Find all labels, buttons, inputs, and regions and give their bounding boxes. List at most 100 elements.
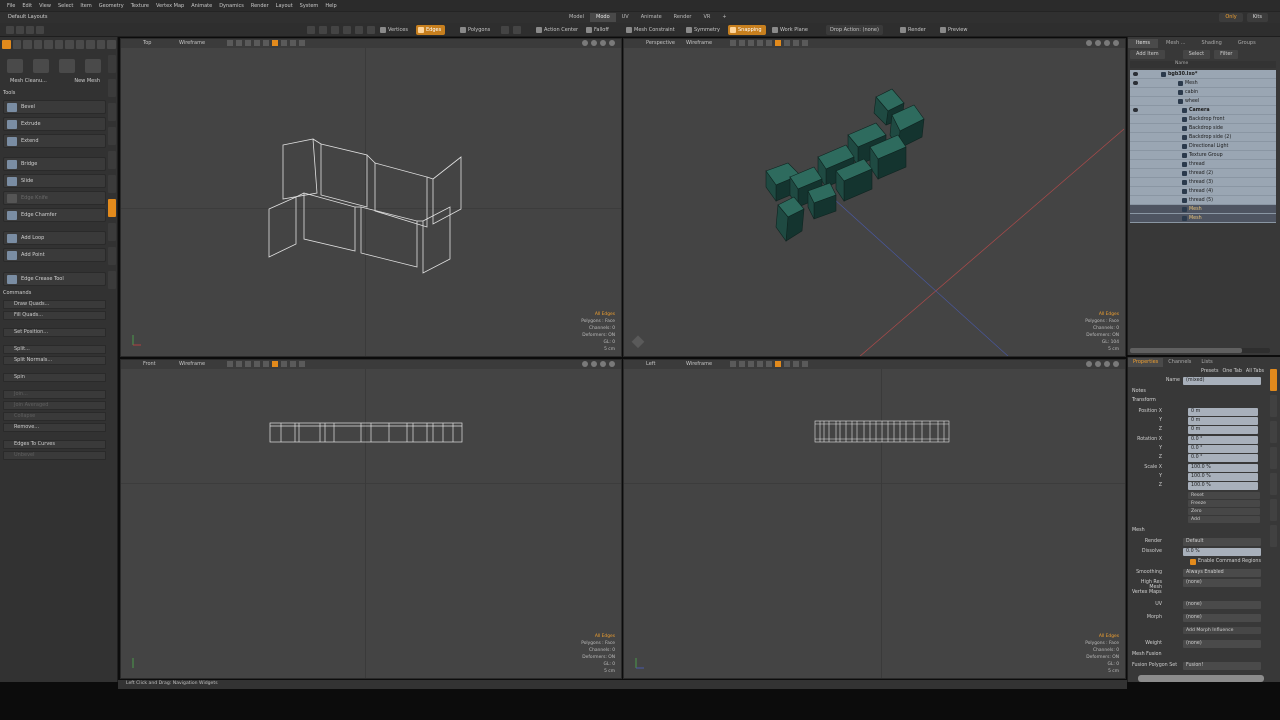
edges-mode-button[interactable]: Edges: [416, 25, 446, 35]
transform-tool-icon[interactable]: [44, 40, 53, 49]
vtab-curve[interactable]: [1270, 421, 1277, 443]
scale-tool-icon[interactable]: [33, 40, 43, 49]
snapping-button[interactable]: Snapping: [728, 25, 766, 35]
item-row[interactable]: thread (3): [1130, 178, 1276, 187]
position-z-field[interactable]: 0 m: [1188, 426, 1258, 434]
toolbar-scale-icon[interactable]: [36, 26, 44, 34]
pin-tool-icon[interactable]: [33, 59, 49, 73]
bevel-tool-icon[interactable]: [86, 40, 95, 49]
layout-tab-animate[interactable]: Animate: [635, 13, 668, 22]
menu-select[interactable]: Select: [58, 3, 73, 9]
vtab-vertex[interactable]: [108, 175, 116, 193]
item-row[interactable]: Texture Group: [1130, 151, 1276, 160]
layout-tab-uv[interactable]: UV: [616, 13, 635, 22]
persp-gizmo-icon[interactable]: [631, 335, 645, 349]
menu-animate[interactable]: Animate: [191, 3, 212, 9]
menu-view[interactable]: View: [39, 3, 51, 9]
high-res-mesh-dropdown[interactable]: (none): [1183, 579, 1261, 587]
tool-add-point-button[interactable]: Add Point: [3, 248, 106, 262]
rotation-x-field[interactable]: 0.0 °: [1188, 436, 1258, 444]
viewport-perspective[interactable]: Perspective Wireframe All Edges Polygons …: [623, 38, 1126, 357]
vertices-mode-button[interactable]: Vertices: [378, 25, 412, 35]
mesh-cleanup-button[interactable]: Mesh Cleanu...: [4, 78, 53, 84]
viewport-left[interactable]: Left Wireframe All Edges Polygons : Face C…: [623, 359, 1126, 679]
tool-extend-button[interactable]: Extend: [3, 134, 106, 148]
fusion-polygon-set-dropdown[interactable]: Fusion!: [1183, 662, 1261, 670]
vtab-duplicate[interactable]: [108, 127, 116, 145]
uv-dropdown[interactable]: (none): [1183, 601, 1261, 609]
vtab-surface[interactable]: [1270, 395, 1277, 417]
toolbar-transform-icon[interactable]: [307, 26, 315, 34]
command-join-averaged-button[interactable]: Join Averaged: [3, 401, 106, 410]
dissolve-field[interactable]: 0.0 %: [1183, 548, 1261, 556]
menu-texture[interactable]: Texture: [131, 3, 149, 9]
command-fill-quads-button[interactable]: Fill Quads...: [3, 311, 106, 320]
render-button[interactable]: Render: [898, 25, 930, 35]
menu-layout[interactable]: Layout: [276, 3, 293, 9]
drop-action-dropdown[interactable]: Drop Action: (none): [826, 25, 883, 35]
tab-lists[interactable]: Lists: [1196, 358, 1217, 367]
element-move-icon[interactable]: [54, 40, 64, 49]
properties-bottom-slider[interactable]: [1138, 675, 1264, 682]
tool-edge-chamfer-button[interactable]: Edge Chamfer: [3, 208, 106, 222]
item-row[interactable]: bgb30.lxo*: [1130, 70, 1276, 79]
freeze-button[interactable]: Freeze: [1188, 500, 1260, 507]
command-split-button[interactable]: Split...: [3, 345, 106, 354]
enable-command-regions-checkbox[interactable]: [1190, 559, 1196, 565]
tab-properties[interactable]: Properties: [1128, 358, 1164, 367]
toolbar-elements-icon[interactable]: [319, 26, 327, 34]
mesh-constraint-button[interactable]: Mesh Constraint: [624, 25, 679, 35]
vtab-basic[interactable]: [108, 55, 116, 73]
viewport-top[interactable]: Top Wireframe All Edges Polygons : Face Ch…: [120, 38, 622, 357]
vtab-select[interactable]: [108, 79, 116, 97]
command-collapse-button[interactable]: Collapse: [3, 412, 106, 421]
workplane-tool-icon[interactable]: [85, 59, 101, 73]
vtab-user-channels[interactable]: [1270, 499, 1277, 521]
vtab-mesh-edit[interactable]: [108, 151, 116, 169]
action-center-button[interactable]: Action Center: [534, 25, 582, 35]
vtab-display[interactable]: [1270, 447, 1277, 469]
layout-tab-render[interactable]: Render: [668, 13, 698, 22]
toolbar-move-icon[interactable]: [16, 26, 24, 34]
scale-y-field[interactable]: 100.0 %: [1188, 473, 1258, 481]
menu-edit[interactable]: Edit: [22, 3, 32, 9]
falloff-button[interactable]: Falloff: [584, 25, 613, 35]
command-join-button[interactable]: Join...: [3, 390, 106, 399]
vtab-deform[interactable]: [108, 103, 116, 121]
pen-tool-icon[interactable]: [65, 40, 74, 49]
tab-mesh[interactable]: Mesh ...: [1158, 39, 1194, 48]
add-morph-influence-button[interactable]: Add Morph Influence: [1183, 627, 1261, 634]
tool-extrude-button[interactable]: Extrude: [3, 117, 106, 131]
snap-tool-icon[interactable]: [7, 59, 23, 73]
toolbar-select-icon[interactable]: [6, 26, 14, 34]
tool-edge-knife-button[interactable]: Edge Knife: [3, 191, 106, 205]
item-row[interactable]: Mesh: [1130, 79, 1276, 88]
add-item-button[interactable]: Add Item: [1130, 50, 1165, 59]
tool-add-loop-button[interactable]: Add Loop: [3, 231, 106, 245]
symmetry-button[interactable]: Symmetry: [684, 25, 724, 35]
commands-header[interactable]: Commands: [3, 290, 31, 296]
item-row[interactable]: Camera: [1130, 106, 1276, 115]
tab-shading[interactable]: Shading: [1194, 39, 1230, 48]
transform-section[interactable]: Transform: [1132, 398, 1156, 403]
rotate-tool-icon[interactable]: [23, 40, 32, 49]
scale-z-field[interactable]: 100.0 %: [1188, 482, 1258, 490]
name-field[interactable]: (mixed): [1183, 377, 1261, 385]
only-button[interactable]: Only: [1219, 13, 1243, 22]
polygons-mode-button[interactable]: Polygons: [458, 25, 494, 35]
refresh-icon[interactable]: [107, 40, 117, 49]
visibility-eye-icon[interactable]: [1133, 81, 1138, 85]
toolbar-pivot-icon[interactable]: [355, 26, 363, 34]
visibility-eye-icon[interactable]: [1133, 72, 1138, 76]
item-row[interactable]: thread (2): [1130, 169, 1276, 178]
item-row[interactable]: thread (4): [1130, 187, 1276, 196]
item-row[interactable]: Backdrop front: [1130, 115, 1276, 124]
add-button[interactable]: Add: [1188, 516, 1260, 523]
loop-slice-icon[interactable]: [75, 40, 85, 49]
tab-groups[interactable]: Groups: [1230, 39, 1264, 48]
filter-button[interactable]: Filter: [1214, 50, 1239, 59]
select-button[interactable]: Select: [1182, 50, 1211, 59]
vtab-assembly[interactable]: [1270, 473, 1277, 495]
all-tabs-toggle[interactable]: All Tabs: [1246, 369, 1264, 374]
item-row[interactable]: thread (5): [1130, 196, 1276, 205]
